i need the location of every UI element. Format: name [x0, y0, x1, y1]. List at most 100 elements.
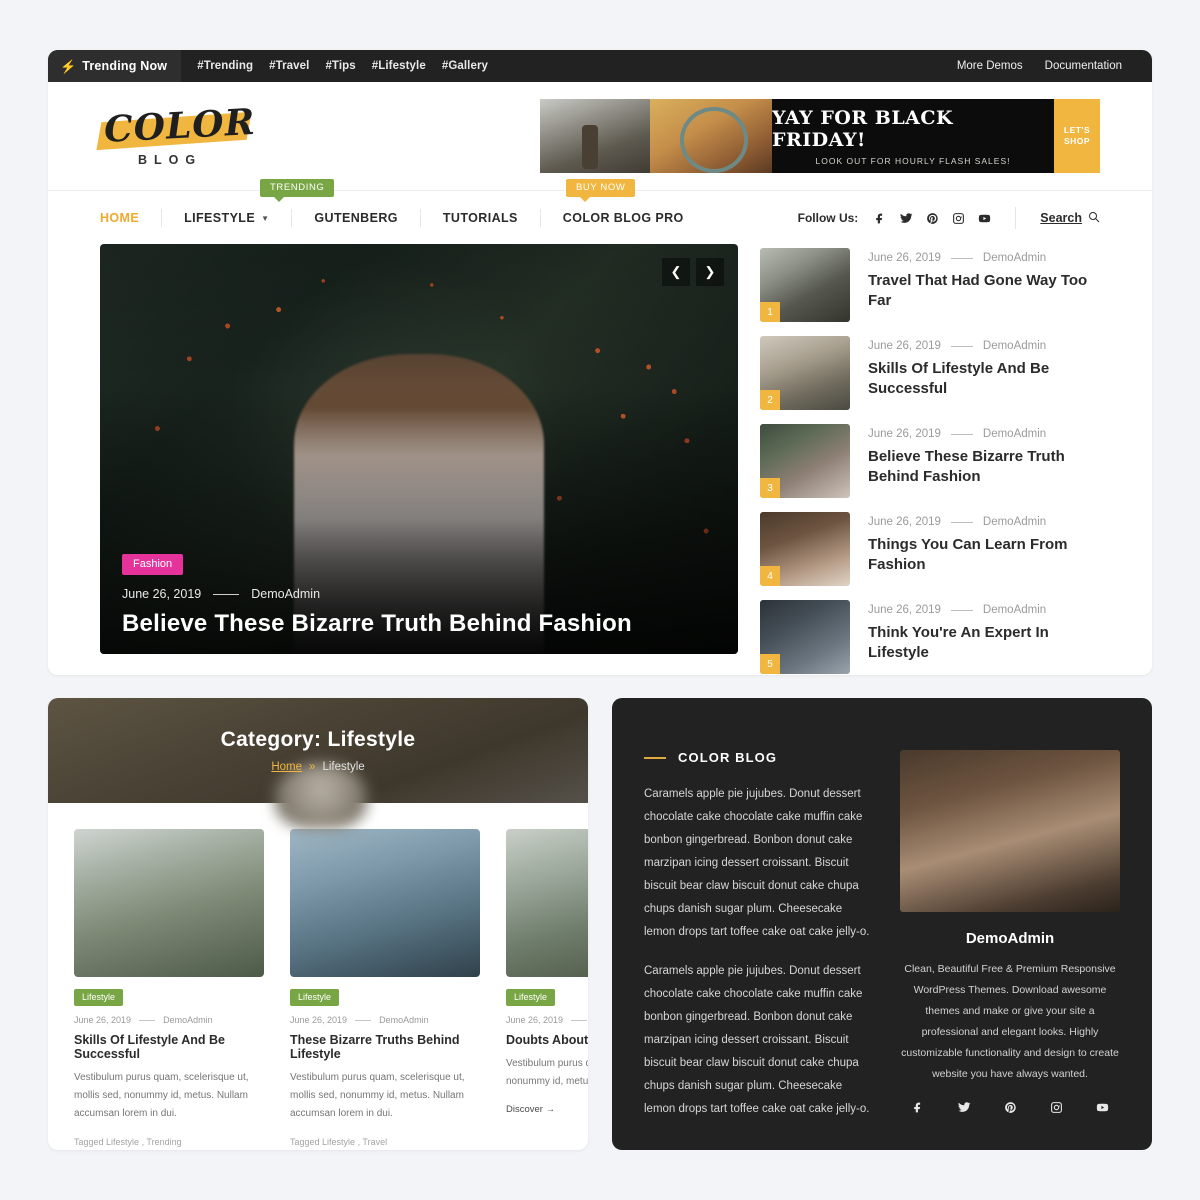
post-thumbnail: 1	[760, 248, 850, 322]
author-social-list	[900, 1101, 1120, 1114]
hero-category-badge[interactable]: Fashion	[122, 554, 184, 575]
post-card-title[interactable]: Doubts About Lifestyle	[506, 1033, 588, 1047]
nav-item-gutenberg[interactable]: GUTENBERG	[292, 209, 421, 227]
post-title[interactable]: Skills Of Lifestyle And Be Successful	[868, 359, 1100, 400]
post-author: DemoAdmin	[982, 604, 1047, 616]
post-body: June 26, 2019 DemoAdmin Things You Can L…	[868, 512, 1100, 586]
nav-item-home[interactable]: HOME	[100, 209, 163, 227]
footer-heading-color-blog: COLOR BLOG	[644, 750, 874, 765]
nav-item-home-label: HOME	[100, 211, 140, 225]
post-card-date: June 26, 2019	[74, 1015, 132, 1025]
follow-us-label: Follow Us:	[797, 211, 859, 225]
nav-item-color-blog-pro[interactable]: COLOR BLOG PRO	[541, 209, 706, 227]
post-title[interactable]: Travel That Had Gone Way Too Far	[868, 271, 1100, 312]
post-card-image	[74, 829, 264, 977]
hero-date: June 26, 2019	[122, 587, 202, 601]
instagram-icon[interactable]	[1050, 1101, 1063, 1114]
chevron-left-icon[interactable]: ❮	[662, 258, 690, 286]
list-item[interactable]: 3 June 26, 2019 DemoAdmin Believe These …	[760, 424, 1100, 498]
author-photo	[900, 750, 1120, 912]
post-card-category-badge[interactable]: Lifestyle	[506, 989, 556, 1006]
post-card[interactable]: Lifestyle June 26, 2019 DemoAdmin Skills…	[74, 829, 264, 1150]
twitter-icon[interactable]	[958, 1101, 971, 1114]
trending-tag-1[interactable]: #Travel	[269, 60, 309, 72]
hero-slider[interactable]: ❮ ❯ Fashion June 26, 2019 DemoAdmin Beli…	[100, 244, 738, 654]
footer-paragraph-1: Caramels apple pie jujubes. Donut desser…	[644, 788, 870, 938]
meta-divider	[950, 609, 973, 611]
post-card[interactable]: Lifestyle June 26, 2019 DemoAdmin These …	[290, 829, 480, 1150]
post-meta: June 26, 2019 DemoAdmin	[868, 252, 1100, 264]
tagged-label: Tagged	[74, 1137, 104, 1147]
trending-tag-list: #Trending #Travel #Tips #Lifestyle #Gall…	[197, 60, 488, 72]
hero-title[interactable]: Believe These Bizarre Truth Behind Fashi…	[122, 610, 716, 638]
post-card-category-badge[interactable]: Lifestyle	[74, 989, 124, 1006]
category-hero: Category: Lifestyle Home » Lifestyle	[48, 698, 588, 829]
list-item[interactable]: 4 June 26, 2019 DemoAdmin Things You Can…	[760, 512, 1100, 586]
author-name: DemoAdmin	[965, 930, 1055, 947]
facebook-icon[interactable]	[874, 212, 887, 225]
main-site-card: ⚡ Trending Now #Trending #Travel #Tips #…	[48, 50, 1152, 675]
trending-tag-2[interactable]: #Tips	[325, 60, 355, 72]
post-card-category-badge[interactable]: Lifestyle	[290, 989, 340, 1006]
tag-values[interactable]: Lifestyle , Trending	[106, 1137, 182, 1147]
nav-item-lifestyle[interactable]: LIFESTYLE ▼	[162, 209, 293, 227]
search-button[interactable]: Search	[1040, 211, 1100, 226]
nav-item-tutorials[interactable]: TUTORIALS	[421, 209, 541, 227]
instagram-icon[interactable]	[952, 212, 965, 225]
ad-subtitle: LOOK OUT FOR HOURLY FLASH SALES!	[815, 155, 1011, 166]
topbar-links: More Demos Documentation	[957, 60, 1152, 72]
post-card-discover-link[interactable]: Discover →	[506, 1104, 588, 1115]
heading-accent-bar	[644, 756, 666, 759]
post-card-image	[290, 829, 480, 977]
post-card-grid: Lifestyle June 26, 2019 DemoAdmin Skills…	[48, 803, 588, 1150]
nav-item-lifestyle-label: LIFESTYLE	[184, 211, 256, 225]
post-author: DemoAdmin	[982, 516, 1047, 528]
post-card-tags: Tagged Lifestyle , Travel	[290, 1137, 480, 1147]
list-item[interactable]: 5 June 26, 2019 DemoAdmin Think You're A…	[760, 600, 1100, 674]
banner-ad[interactable]: YAY FOR BLACK FRIDAY! LOOK OUT FOR HOURL…	[540, 99, 1100, 173]
post-card-tags: Tagged Lifestyle , Trending	[74, 1137, 264, 1147]
post-body: June 26, 2019 DemoAdmin Skills Of Lifest…	[868, 336, 1100, 410]
tag-values[interactable]: Lifestyle , Travel	[322, 1137, 387, 1147]
post-title[interactable]: Things You Can Learn From Fashion	[868, 535, 1100, 576]
page-root: ⚡ Trending Now #Trending #Travel #Tips #…	[0, 0, 1200, 1200]
post-card-title[interactable]: Skills Of Lifestyle And Be Successful	[74, 1033, 264, 1061]
slider-arrows: ❮ ❯	[662, 258, 724, 286]
footer-heading-text: COLOR BLOG	[678, 750, 778, 765]
facebook-icon[interactable]	[912, 1101, 925, 1114]
more-demos-link[interactable]: More Demos	[957, 60, 1023, 72]
post-date: June 26, 2019	[868, 428, 941, 440]
post-title[interactable]: Think You're An Expert In Lifestyle	[868, 623, 1100, 664]
trending-now-label: ⚡ Trending Now	[48, 50, 182, 82]
post-title[interactable]: Believe These Bizarre Truth Behind Fashi…	[868, 447, 1100, 488]
pinterest-icon[interactable]	[1004, 1101, 1017, 1114]
breadcrumb-home[interactable]: Home	[271, 761, 302, 773]
hero-meta: June 26, 2019 DemoAdmin	[122, 587, 716, 601]
chevron-right-icon[interactable]: ❯	[696, 258, 724, 286]
post-body: June 26, 2019 DemoAdmin Travel That Had …	[868, 248, 1100, 322]
list-item[interactable]: 2 June 26, 2019 DemoAdmin Skills Of Life…	[760, 336, 1100, 410]
logo-word: COLOR	[103, 100, 257, 151]
trending-tag-3[interactable]: #Lifestyle	[372, 60, 426, 72]
header-social-list	[874, 212, 991, 225]
badge-buy-now: BUY NOW	[566, 179, 636, 202]
list-item[interactable]: 1 June 26, 2019 DemoAdmin Travel That Ha…	[760, 248, 1100, 322]
post-card[interactable]: Lifestyle June 26, 2019 DemoAdmin Doubts…	[506, 829, 588, 1150]
post-card-author: DemoAdmin	[163, 1015, 213, 1025]
meta-divider	[950, 433, 973, 435]
nav-item-list: HOME LIFESTYLE ▼ GUTENBERG TUTORIALS COL…	[100, 209, 706, 227]
twitter-icon[interactable]	[900, 212, 913, 225]
site-logo[interactable]: COLOR BLOG	[96, 101, 260, 167]
bolt-icon: ⚡	[60, 58, 77, 74]
post-meta: June 26, 2019 DemoAdmin	[868, 516, 1100, 528]
trending-tag-0[interactable]: #Trending	[197, 60, 253, 72]
youtube-icon[interactable]	[1096, 1101, 1109, 1114]
footer-heading-follow-us: FOLLOW US:	[644, 1147, 874, 1150]
trending-tag-4[interactable]: #Gallery	[442, 60, 488, 72]
hero-caption: Fashion June 26, 2019 DemoAdmin Believe …	[122, 554, 716, 638]
ad-cta-button[interactable]: LET'S SHOP	[1054, 99, 1100, 173]
post-card-title[interactable]: These Bizarre Truths Behind Lifestyle	[290, 1033, 480, 1061]
youtube-icon[interactable]	[978, 212, 991, 225]
documentation-link[interactable]: Documentation	[1045, 60, 1122, 72]
pinterest-icon[interactable]	[926, 212, 939, 225]
